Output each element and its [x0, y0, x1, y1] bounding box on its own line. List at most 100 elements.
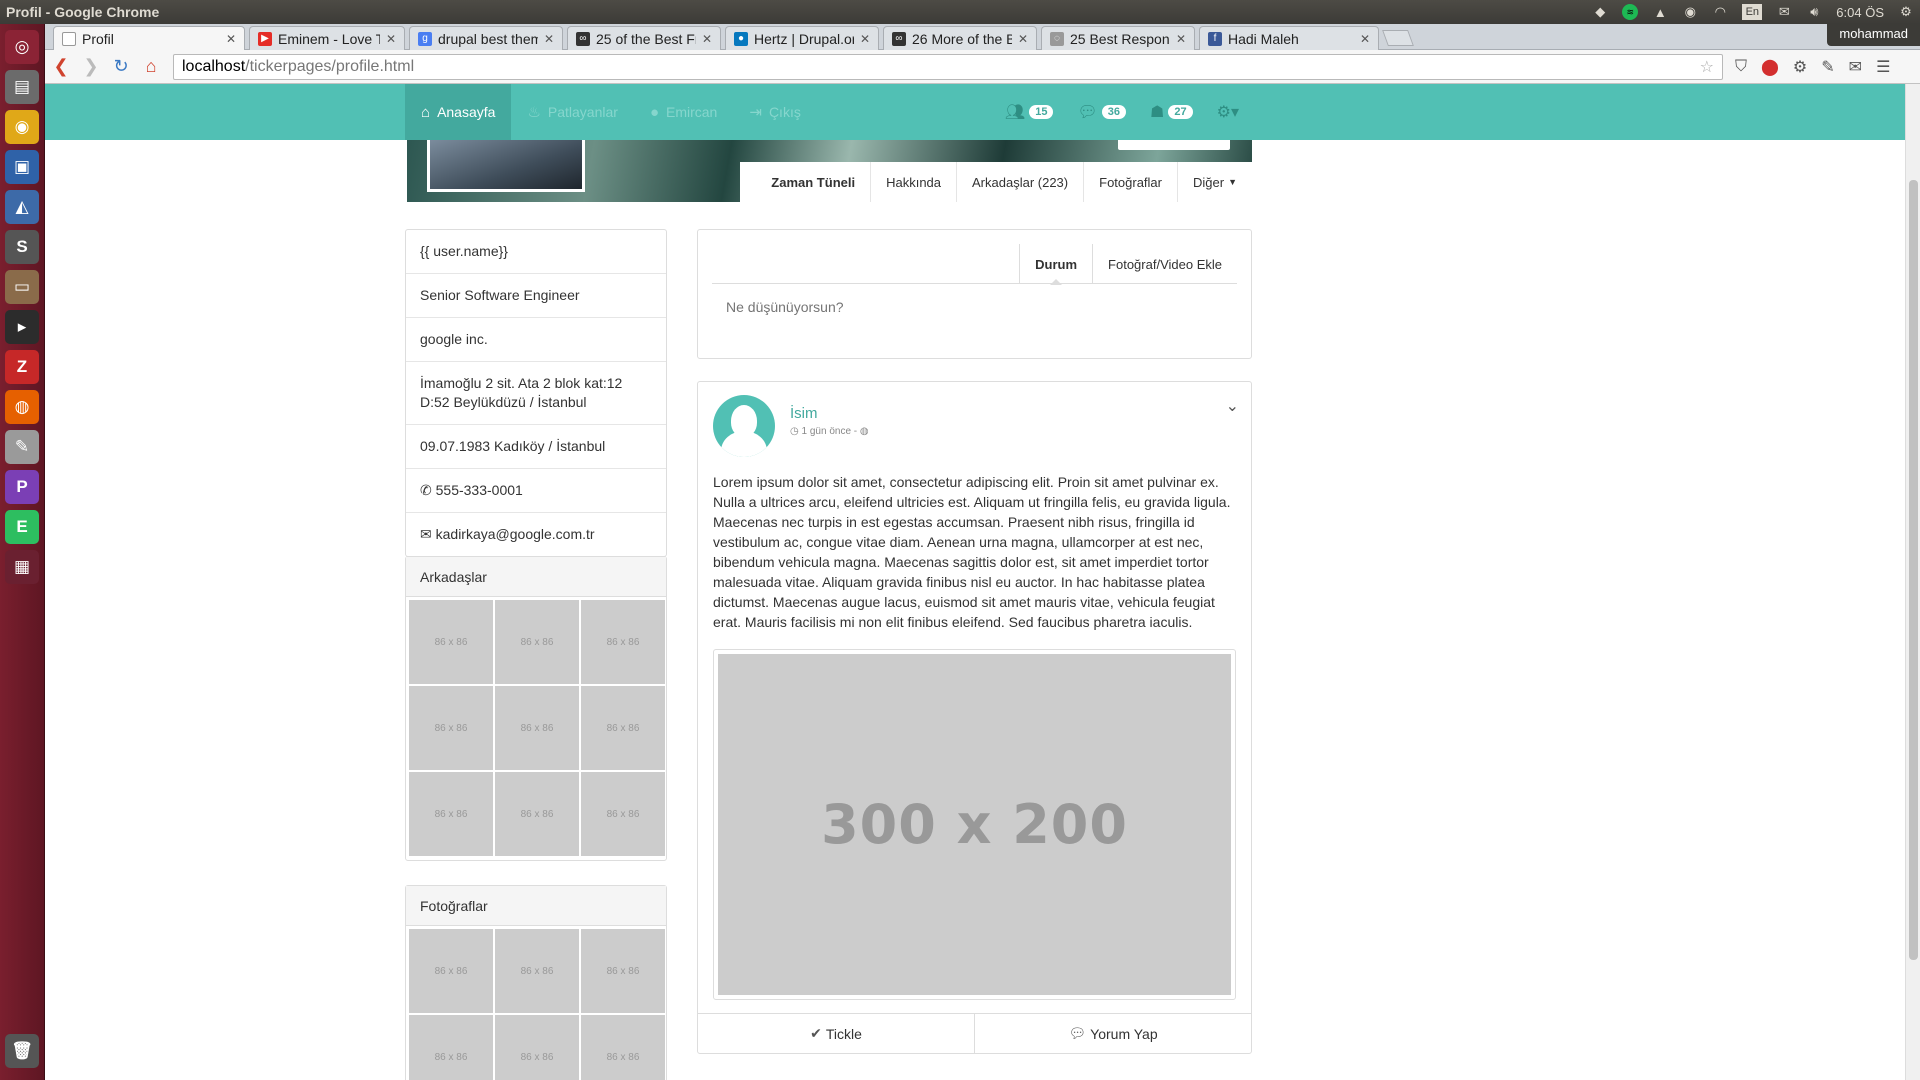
address-bar[interactable]: localhost/tickerpages/profile.html ☆	[173, 53, 1723, 80]
clock[interactable]: 6:04 ÖS	[1836, 5, 1884, 20]
post-author-avatar[interactable]	[713, 395, 775, 457]
virtualbox-icon[interactable]: ▣	[5, 150, 39, 184]
friend-thumb[interactable]: 86 x 86	[409, 686, 493, 770]
tab-add-photo-video[interactable]: Fotoğraf/Video Ekle	[1092, 244, 1237, 284]
notifications[interactable]: ☗ 27	[1138, 102, 1205, 122]
friends-requests[interactable]: 👥︎ 15	[993, 102, 1066, 122]
files-icon[interactable]: ▭	[5, 270, 39, 304]
messages[interactable]: 💬︎ 36	[1065, 102, 1138, 122]
tab-drupal-themes[interactable]: g drupal best themes ✕	[409, 26, 563, 50]
profile-user-badge[interactable]: mohammad	[1827, 24, 1920, 46]
close-tab-icon[interactable]: ✕	[1018, 32, 1028, 46]
close-tab-icon[interactable]: ✕	[386, 32, 396, 46]
photo-thumb[interactable]: 86 x 86	[581, 1015, 665, 1080]
extension-gear-icon[interactable]: ⚙	[1793, 57, 1807, 77]
nav-emircan[interactable]: ● Emircan	[634, 84, 733, 140]
chrome-launcher-icon[interactable]: ◉	[5, 110, 39, 144]
status-composer: Durum Fotoğraf/Video Ekle	[697, 229, 1252, 359]
terminal-icon[interactable]: ▸	[5, 310, 39, 344]
nav-patlayanlar[interactable]: ♨ Patlayanlar	[511, 84, 634, 140]
new-tab-button[interactable]	[1382, 30, 1414, 46]
tab-profil[interactable]: Profil ✕	[53, 26, 245, 50]
dropbox-icon[interactable]: ◆	[1592, 4, 1608, 20]
color-picker-icon[interactable]: ✎	[1821, 57, 1834, 77]
text-editor-icon[interactable]: ✎	[5, 430, 39, 464]
status-input[interactable]	[712, 292, 1237, 322]
settings-icon[interactable]: ⚙	[1898, 4, 1914, 20]
keyboard-layout[interactable]: En	[1742, 4, 1763, 20]
edit-profile-button[interactable]	[1118, 140, 1230, 150]
tickle-button[interactable]: ✔ Tickle	[698, 1014, 975, 1053]
tab-eminem[interactable]: ▶ Eminem - Love Th ✕	[249, 26, 405, 50]
comment-button[interactable]: 💬︎ Yorum Yap	[975, 1014, 1251, 1053]
shield-icon[interactable]: ⛉	[1735, 58, 1747, 76]
sublime-icon[interactable]: S	[5, 230, 39, 264]
ubuntu-dash-icon[interactable]: ◎	[5, 30, 39, 64]
friend-thumb[interactable]: 86 x 86	[495, 686, 579, 770]
close-tab-icon[interactable]: ✕	[1176, 32, 1186, 46]
settings-dropdown[interactable]: ⚙▾	[1205, 102, 1251, 122]
wireshark-icon[interactable]: ◭	[5, 190, 39, 224]
chrome-icon[interactable]: ◉	[1682, 4, 1698, 20]
drive-icon[interactable]: ▲	[1652, 4, 1668, 20]
close-tab-icon[interactable]: ✕	[860, 32, 870, 46]
workspaces-icon[interactable]: ▦	[5, 550, 39, 584]
phpstorm-icon[interactable]: P	[5, 470, 39, 504]
close-tab-icon[interactable]: ✕	[1360, 32, 1370, 46]
trash-icon[interactable]: 🗑︎	[5, 1034, 39, 1068]
chevron-down-icon[interactable]: ⌄	[1226, 396, 1239, 416]
friend-thumb[interactable]: 86 x 86	[581, 600, 665, 684]
photo-thumb[interactable]: 86 x 86	[409, 929, 493, 1013]
photo-thumb[interactable]: 86 x 86	[495, 1015, 579, 1080]
close-tab-icon[interactable]: ✕	[702, 32, 712, 46]
gmail-icon[interactable]: ✉	[1849, 57, 1862, 77]
friend-thumb[interactable]: 86 x 86	[581, 772, 665, 856]
firefox-icon[interactable]: ◍	[5, 390, 39, 424]
close-tab-icon[interactable]: ✕	[544, 32, 554, 46]
forward-icon[interactable]: ❯	[77, 56, 105, 77]
tab-hertz-drupal[interactable]: ● Hertz | Drupal.org ✕	[725, 26, 879, 50]
tab-status[interactable]: Durum	[1019, 244, 1092, 285]
profile-avatar[interactable]	[427, 140, 585, 192]
tab-25-responsive[interactable]: ◌ 25 Best Responsive ✕	[1041, 26, 1195, 50]
post-image-placeholder: 300 x 200	[718, 654, 1231, 995]
home-icon[interactable]: ⌂	[137, 56, 165, 77]
friend-thumb[interactable]: 86 x 86	[409, 772, 493, 856]
reload-icon[interactable]: ↻	[107, 56, 135, 77]
friend-thumb[interactable]: 86 x 86	[581, 686, 665, 770]
tab-friends[interactable]: Arkadaşlar (223)	[957, 162, 1085, 202]
friend-thumb[interactable]: 86 x 86	[495, 600, 579, 684]
chrome-menu-icon[interactable]: ☰	[1876, 57, 1890, 77]
photo-thumb[interactable]: 86 x 86	[581, 929, 665, 1013]
post-image[interactable]: 300 x 200	[713, 649, 1236, 1000]
tab-25-best-free[interactable]: ∞ 25 of the Best Free D ✕	[567, 26, 721, 50]
post-author-name[interactable]: İsim	[790, 405, 818, 422]
tab-about[interactable]: Hakkında	[871, 162, 958, 202]
fire-icon: ♨	[527, 104, 541, 121]
tab-more[interactable]: Diğer ▼	[1178, 162, 1252, 202]
spotify-icon[interactable]: ≋	[1622, 4, 1639, 20]
wifi-icon[interactable]: ◠	[1712, 4, 1728, 20]
mail-icon[interactable]: ✉	[1776, 4, 1792, 20]
filezilla-icon[interactable]: Z	[5, 350, 39, 384]
photo-thumb[interactable]: 86 x 86	[495, 929, 579, 1013]
tab-hadi-maleh[interactable]: f Hadi Maleh ✕	[1199, 26, 1379, 50]
tab-timeline[interactable]: Zaman Tüneli	[756, 162, 872, 202]
evernote-icon[interactable]: E	[5, 510, 39, 544]
nav-anasayfa[interactable]: ⌂ Anasayfa	[405, 84, 512, 140]
photo-thumb[interactable]: 86 x 86	[409, 1015, 493, 1080]
scrollbar-thumb[interactable]	[1909, 180, 1918, 960]
friend-thumb[interactable]: 86 x 86	[409, 600, 493, 684]
post-meta: ◷ 1 gün önce - ◍	[790, 426, 869, 437]
back-icon[interactable]: ❮	[47, 56, 75, 77]
tab-26-more[interactable]: ∞ 26 More of the Best ✕	[883, 26, 1037, 50]
friend-thumb[interactable]: 86 x 86	[495, 772, 579, 856]
tab-photos[interactable]: Fotoğraflar	[1084, 162, 1178, 202]
adblock-icon[interactable]: ⬤	[1761, 57, 1779, 77]
bookmark-star-icon[interactable]: ☆	[1700, 57, 1714, 77]
close-tab-icon[interactable]: ✕	[226, 32, 236, 46]
nav-cikis[interactable]: ⇥ Çıkış	[733, 84, 816, 140]
page-scrollbar[interactable]	[1905, 84, 1920, 1080]
printer-icon[interactable]: ▤	[5, 70, 39, 104]
volume-icon[interactable]: 🔊︎	[1806, 4, 1822, 20]
